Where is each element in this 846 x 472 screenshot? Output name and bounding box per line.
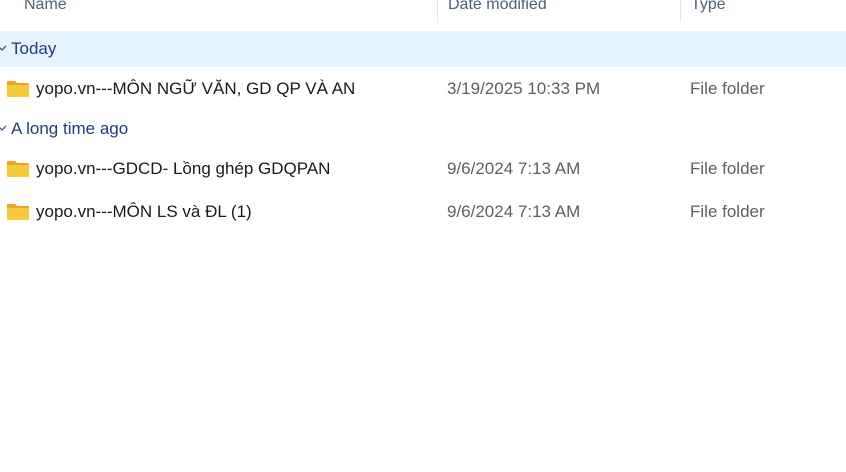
group-header-a-long-time-ago[interactable]: A long time ago <box>0 111 846 147</box>
column-header-type-label: Type <box>691 0 726 13</box>
file-date-modified: 3/19/2025 10:33 PM <box>447 79 601 98</box>
chevron-down-icon[interactable] <box>0 43 7 53</box>
column-header-row: Name Date modified Type <box>0 0 846 22</box>
folder-icon <box>7 204 29 220</box>
column-header-date-label: Date modified <box>448 0 547 13</box>
group-label: Today <box>11 39 57 58</box>
file-type: File folder <box>690 159 765 178</box>
file-type: File folder <box>690 202 765 221</box>
file-name: yopo.vn---MÔN LS và ĐL (1) <box>36 202 252 221</box>
chevron-down-icon[interactable] <box>0 123 7 133</box>
file-date-modified: 9/6/2024 7:13 AM <box>447 159 581 178</box>
column-header-name[interactable]: Name <box>14 0 438 22</box>
folder-icon <box>7 161 29 177</box>
file-row[interactable]: yopo.vn---GDCD- Lồng ghép GDQPAN 9/6/202… <box>0 149 846 189</box>
file-type: File folder <box>690 79 765 98</box>
group-header-today[interactable]: Today <box>0 31 846 67</box>
file-row[interactable]: yopo.vn---MÔN NGỮ VĂN, GD QP VÀ AN 3/19/… <box>0 69 846 109</box>
folder-icon <box>7 81 29 97</box>
file-row[interactable]: yopo.vn---MÔN LS và ĐL (1) 9/6/2024 7:13… <box>0 192 846 232</box>
file-name: yopo.vn---GDCD- Lồng ghép GDQPAN <box>36 159 331 178</box>
file-name: yopo.vn---MÔN NGỮ VĂN, GD QP VÀ AN <box>36 79 356 98</box>
file-explorer-list: Name Date modified Type Today yopo.vn---… <box>0 0 846 472</box>
file-date-modified: 9/6/2024 7:13 AM <box>447 202 581 221</box>
column-header-name-label: Name <box>24 0 67 13</box>
column-header-type[interactable]: Type <box>681 0 846 22</box>
group-label: A long time ago <box>11 119 129 138</box>
column-header-date[interactable]: Date modified <box>438 0 680 22</box>
